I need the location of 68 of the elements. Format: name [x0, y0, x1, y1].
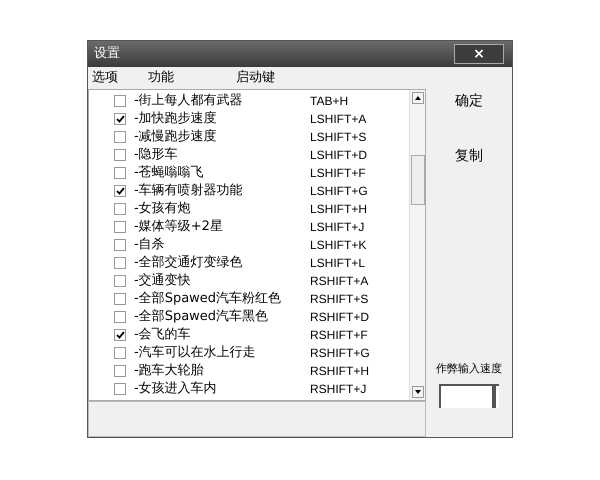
hotkey: RSHIFT+J — [310, 381, 366, 398]
cheat-name: -加快跑步速度 — [134, 110, 218, 128]
cheat-name: -女孩进入车内 — [134, 380, 218, 398]
checkbox[interactable] — [114, 221, 126, 233]
cheat-name: -减慢跑步速度 — [134, 128, 218, 146]
checkbox[interactable] — [114, 383, 126, 395]
hotkey: RSHIFT+D — [310, 309, 370, 326]
cheat-name: -汽车可以在水上行走 — [134, 344, 257, 362]
column-header: 选项 — [92, 69, 119, 88]
hotkey: LSHIFT+K — [310, 237, 366, 254]
cheat-name: -全部交通灯变绿色 — [134, 254, 244, 272]
window-title: 设置 — [94, 45, 120, 64]
checkbox[interactable] — [114, 365, 126, 377]
scrollbar[interactable] — [409, 90, 425, 400]
checkbox[interactable] — [114, 113, 126, 125]
hotkey: LSHIFT+D — [310, 147, 368, 164]
checkbox[interactable] — [114, 239, 126, 251]
hotkey: LSHIFT+H — [310, 201, 368, 218]
scroll-thumb[interactable] — [410, 154, 424, 205]
checkbox[interactable] — [114, 347, 126, 359]
hotkey: LSHIFT+F — [310, 165, 366, 182]
checkbox[interactable] — [114, 149, 126, 161]
hotkey: RSHIFT+H — [310, 363, 370, 380]
checkbox[interactable] — [114, 95, 126, 107]
checkbox[interactable] — [114, 329, 126, 341]
cheat-name: -女孩有炮 — [134, 200, 192, 218]
check-icon — [116, 331, 124, 339]
checkbox[interactable] — [114, 185, 126, 197]
hotkey: RSHIFT+S — [310, 291, 368, 308]
cheat-name: -全部Spawed汽车粉红色 — [134, 290, 282, 308]
cheat-name: -自杀 — [134, 236, 166, 254]
hotkey: LSHIFT+S — [310, 129, 366, 146]
check-icon — [116, 115, 124, 123]
checkbox[interactable] — [114, 257, 126, 269]
cheat-name: -全部Spawed汽车黑色 — [134, 308, 270, 326]
cheat-name: -媒体等级+2星 — [134, 218, 224, 236]
slider-thumb[interactable] — [492, 384, 496, 408]
speed-slider[interactable] — [439, 384, 499, 408]
dialog-button[interactable]: 复制 — [455, 146, 483, 167]
speed-label: 作弊输入速度 — [436, 361, 502, 377]
cheat-name: -交通变快 — [134, 272, 192, 290]
hotkey: RSHIFT+F — [310, 327, 368, 344]
column-header: 启动键 — [236, 69, 275, 88]
cheat-name: -车辆有喷射器功能 — [134, 182, 244, 200]
hotkey: RSHIFT+A — [310, 273, 368, 290]
checkbox[interactable] — [114, 275, 126, 287]
hotkey: LSHIFT+L — [310, 255, 366, 272]
cheat-name: -苍蝇嗡嗡飞 — [134, 164, 205, 182]
hotkey: RSHIFT+G — [310, 345, 370, 362]
cheat-name: -跑车大轮胎 — [134, 362, 205, 380]
checkbox[interactable] — [114, 203, 126, 215]
hotkey: TAB+H — [310, 93, 348, 110]
checkbox[interactable] — [114, 311, 126, 323]
close-button[interactable]: × — [454, 44, 504, 64]
scroll-up-icon[interactable] — [412, 92, 424, 104]
cheat-name: -隐形车 — [134, 146, 179, 164]
check-icon — [116, 187, 124, 195]
column-header: 功能 — [148, 69, 175, 88]
dialog-button[interactable]: 确定 — [455, 91, 483, 112]
hotkey: LSHIFT+J — [310, 219, 364, 236]
scroll-down-icon[interactable] — [412, 386, 424, 398]
cheat-name: -街上每人都有武器 — [134, 92, 244, 110]
checkbox[interactable] — [114, 293, 126, 305]
hotkey: LSHIFT+A — [310, 111, 366, 128]
hotkey: LSHIFT+G — [310, 183, 368, 200]
checkbox[interactable] — [114, 131, 126, 143]
checkbox[interactable] — [114, 167, 126, 179]
cheat-name: -会飞的车 — [134, 326, 192, 344]
